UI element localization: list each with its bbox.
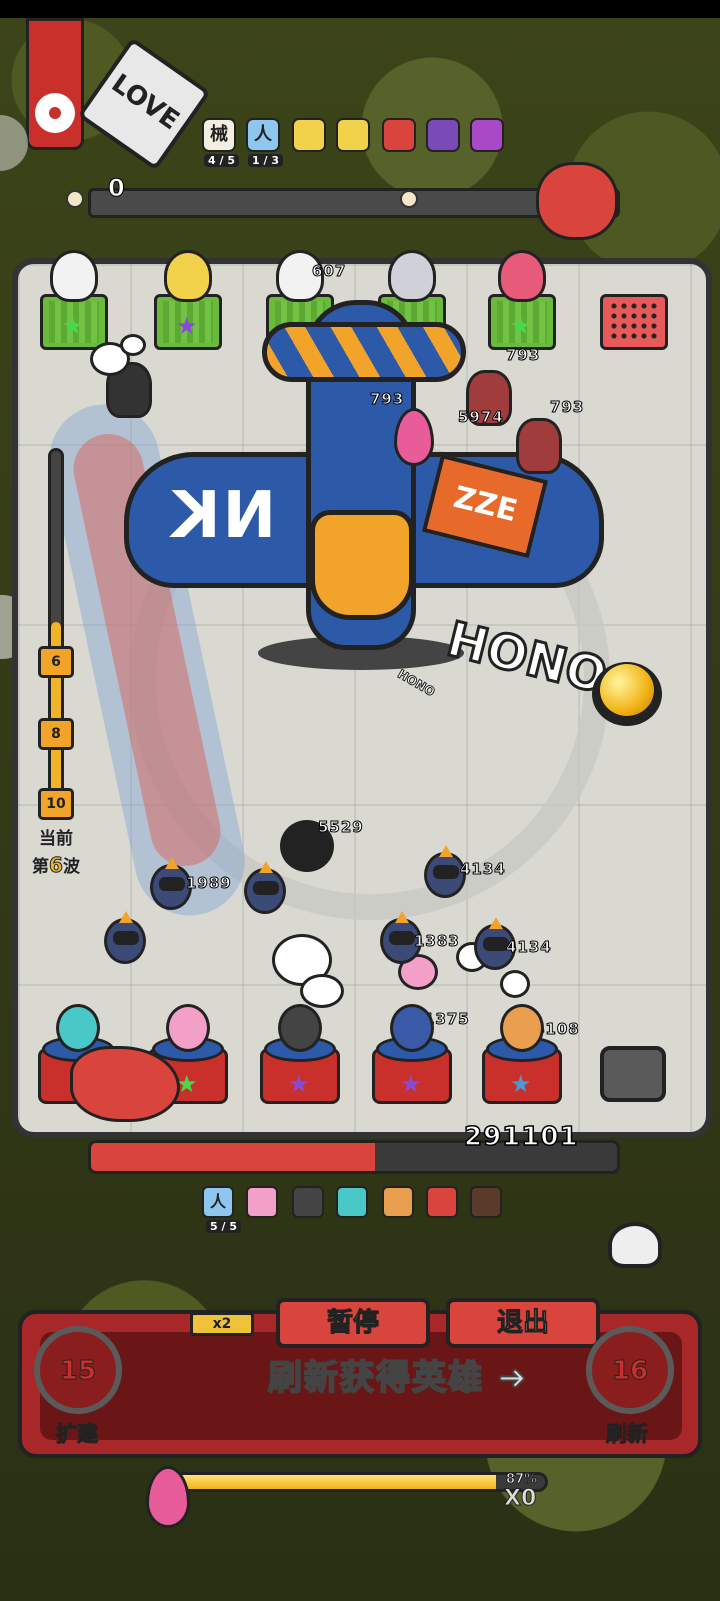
hero-seat-samurai-hero[interactable]: ★	[372, 1004, 452, 1106]
energy-multiplier: X0	[503, 1486, 537, 1512]
gear-icon	[35, 93, 75, 133]
plane-nose	[310, 510, 414, 620]
brawler-icon	[382, 1186, 414, 1218]
exit-button[interactable]: 退出	[446, 1298, 600, 1348]
unit-pad-base	[600, 294, 668, 350]
pause-button[interactable]: 暂停	[276, 1298, 430, 1348]
fan-icon	[426, 118, 460, 152]
oni-icon	[426, 1186, 458, 1218]
goblin-enemy	[104, 918, 146, 964]
damage-number: 4134	[506, 938, 552, 957]
clock-icon	[400, 190, 418, 208]
boss-dragon-icon	[536, 162, 618, 240]
empty-seat-slot[interactable]	[600, 1046, 666, 1102]
damage-number: 1383	[414, 932, 460, 951]
dark-hero	[278, 1004, 322, 1052]
smoke-puff	[500, 970, 530, 998]
buff-count: 4 / 5	[204, 154, 239, 167]
unit-pad-clown-king[interactable]: ★	[154, 250, 222, 350]
refresh-button[interactable]: 16	[586, 1326, 674, 1414]
golden-orb-icon[interactable]	[592, 662, 662, 726]
speed-toggle-button[interactable]: x2	[190, 1312, 254, 1336]
energy-bar	[168, 1472, 548, 1492]
human-icon: 人	[202, 1186, 234, 1218]
wave-reward-gift-icon: 10	[38, 788, 74, 820]
skull-icon	[608, 1222, 662, 1268]
damage-number: 5974	[458, 408, 504, 427]
teal-hair-hero	[56, 1004, 100, 1052]
clock-icon	[66, 190, 84, 208]
top-score: 0	[108, 174, 126, 203]
damage-number: 793	[549, 398, 585, 417]
damage-number: 4134	[460, 860, 506, 879]
demon-enemy	[516, 418, 562, 474]
roster-count: 5 / 5	[206, 1220, 241, 1233]
clown-king	[164, 250, 212, 302]
smoke-puff	[120, 334, 146, 356]
wave-reward-gift-icon: 6	[38, 646, 74, 678]
hero-seat-dark-hero[interactable]: ★	[260, 1004, 340, 1106]
refresh-label: 刷新	[606, 1422, 649, 1447]
helmet-robot	[388, 250, 436, 302]
wave-reward-gift-icon: 8	[38, 718, 74, 750]
buff-count: 1 / 3	[248, 154, 283, 167]
boss-hp-value: 291101	[463, 1121, 579, 1153]
plane-tail	[262, 322, 466, 382]
wheel-icon	[470, 1186, 502, 1218]
unit-pad-watermelon-box[interactable]	[600, 268, 668, 350]
samurai-hero	[390, 1004, 434, 1052]
energy-fill	[171, 1475, 497, 1489]
brawler-hero	[500, 1004, 544, 1052]
boss-hp-fill	[91, 1143, 376, 1171]
wave-suffix: 波	[62, 857, 80, 877]
star-icon: ★	[400, 1070, 422, 1098]
hero-seat-brawler-hero[interactable]: ★	[482, 1004, 562, 1106]
damage-number: 793	[505, 346, 541, 365]
settings-button[interactable]	[26, 18, 84, 150]
expand-label: 扩建	[56, 1422, 99, 1447]
chef-robot	[50, 250, 98, 302]
refresh-cost: 16	[611, 1356, 649, 1387]
star-icon: ★	[510, 312, 532, 340]
star-icon: ★	[288, 1070, 310, 1098]
human-icon: 人	[246, 118, 280, 152]
unit-pad-rider-unit[interactable]: ★	[488, 250, 556, 350]
girl-icon	[246, 1186, 278, 1218]
damage-number: 793	[369, 390, 405, 409]
mask-icon	[292, 118, 326, 152]
dice-icon	[382, 118, 416, 152]
rider-unit	[498, 250, 546, 302]
pink-bunny-hero	[166, 1004, 210, 1052]
unit-pad-chef-robot[interactable]: ★	[40, 250, 108, 350]
goblin-enemy	[244, 868, 286, 914]
teal-icon	[336, 1186, 368, 1218]
lightning-icon	[336, 118, 370, 152]
badge-icon	[470, 118, 504, 152]
wave-prefix: 第	[32, 857, 50, 877]
expand-cost: 15	[59, 1356, 97, 1387]
damage-number: 1989	[186, 874, 232, 893]
star-icon: ★	[176, 312, 198, 340]
plane-wing-text: NK	[169, 479, 277, 553]
damage-number: 607	[311, 262, 347, 281]
refresh-hint-text: 刷新获得英雄 ➜	[267, 1350, 529, 1399]
wave-current-label: 当前	[39, 829, 73, 849]
shadow-icon	[292, 1186, 324, 1218]
status-bar	[0, 0, 720, 18]
star-icon: ★	[510, 1070, 532, 1098]
damage-number: 5529	[318, 818, 364, 837]
star-icon: ★	[62, 312, 84, 340]
wave-number: 6	[49, 853, 64, 878]
energy-percent: 87%	[505, 1472, 538, 1488]
smoke-puff	[300, 974, 344, 1008]
arrow-right-icon: ➜	[484, 1357, 529, 1399]
wave-label: 当前 第6波	[22, 826, 90, 880]
hint-label: 刷新获得英雄	[267, 1357, 484, 1399]
expand-button[interactable]: 15	[34, 1326, 122, 1414]
machine-icon: 械	[202, 118, 236, 152]
